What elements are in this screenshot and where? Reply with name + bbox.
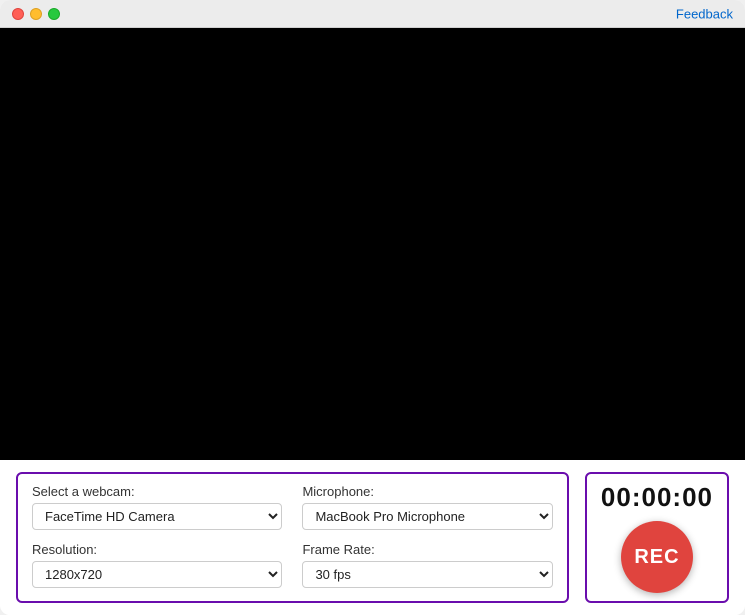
feedback-link[interactable]: Feedback (676, 6, 733, 21)
app-window: Feedback Select a webcam: FaceTime HD Ca… (0, 0, 745, 615)
traffic-lights (12, 8, 60, 20)
rec-label: REC (634, 546, 679, 569)
framerate-select[interactable]: 30 fps 24 fps 60 fps (302, 561, 552, 588)
titlebar: Feedback (0, 0, 745, 28)
microphone-select[interactable]: MacBook Pro Microphone Built-in Micropho… (302, 503, 552, 530)
controls-area: Select a webcam: FaceTime HD Camera USB … (0, 460, 745, 615)
microphone-label: Microphone: (302, 484, 552, 499)
resolution-label: Resolution: (32, 542, 282, 557)
rec-panel: 00:00:00 REC (585, 472, 729, 603)
timer-display: 00:00:00 (601, 482, 713, 513)
resolution-group: Resolution: 1280x720 1920x1080 640x480 (32, 542, 282, 592)
close-button[interactable] (12, 8, 24, 20)
microphone-group: Microphone: MacBook Pro Microphone Built… (302, 484, 552, 534)
framerate-group: Frame Rate: 30 fps 24 fps 60 fps (302, 542, 552, 592)
resolution-select[interactable]: 1280x720 1920x1080 640x480 (32, 561, 282, 588)
webcam-select[interactable]: FaceTime HD Camera USB Camera (32, 503, 282, 530)
rec-button[interactable]: REC (621, 521, 693, 593)
framerate-label: Frame Rate: (302, 542, 552, 557)
video-preview (0, 28, 745, 460)
settings-box: Select a webcam: FaceTime HD Camera USB … (16, 472, 569, 603)
maximize-button[interactable] (48, 8, 60, 20)
webcam-label: Select a webcam: (32, 484, 282, 499)
webcam-group: Select a webcam: FaceTime HD Camera USB … (32, 484, 282, 534)
minimize-button[interactable] (30, 8, 42, 20)
